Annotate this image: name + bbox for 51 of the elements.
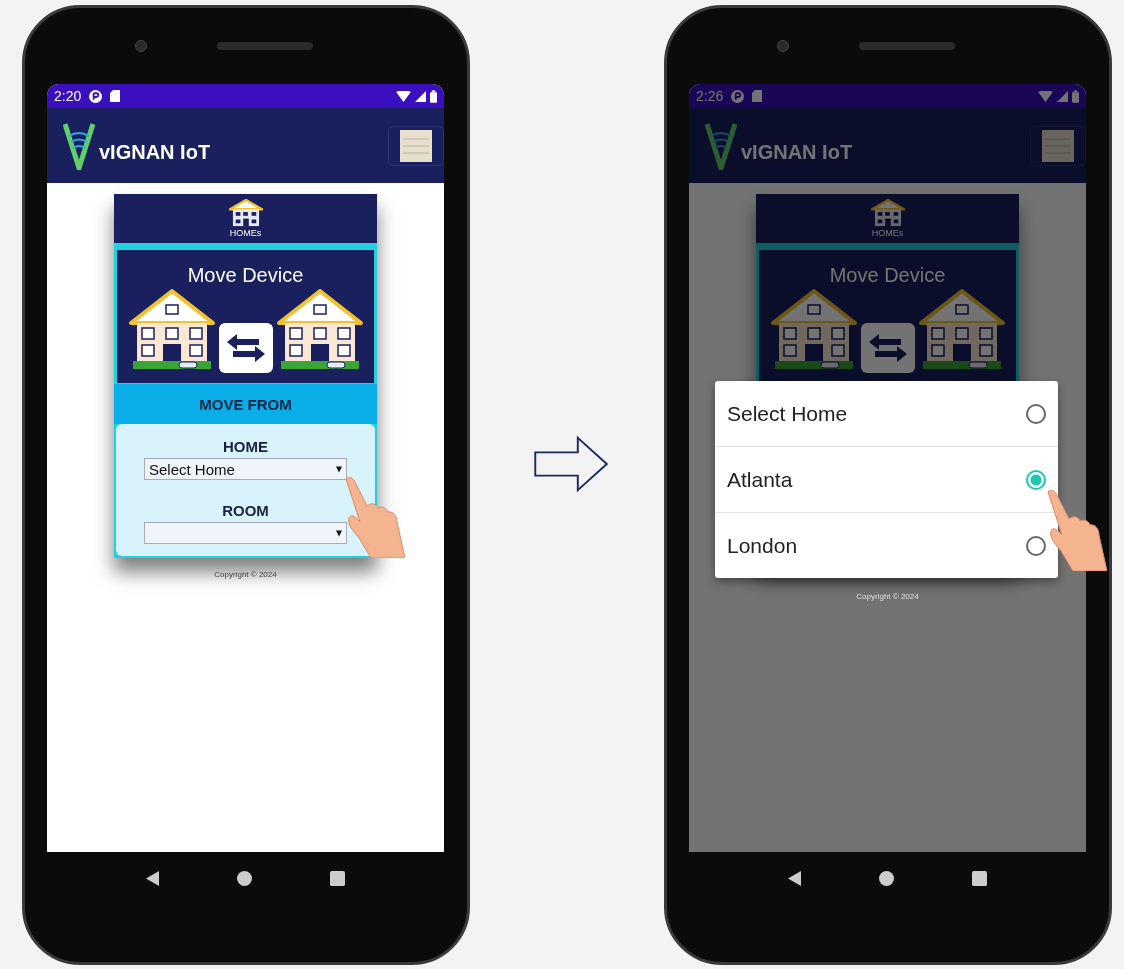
notification-icon xyxy=(89,89,103,103)
battery-icon xyxy=(1072,89,1079,103)
swap-arrows-icon xyxy=(860,323,915,373)
logo-icon xyxy=(705,121,737,170)
wifi-icon xyxy=(1038,90,1053,102)
option-label: Atlanta xyxy=(727,467,793,492)
field-label: ROOM xyxy=(222,502,269,519)
home-icon[interactable] xyxy=(237,871,252,886)
signal-icon xyxy=(415,90,426,102)
right-arrow-icon xyxy=(533,435,611,493)
copyright-text: Copyright © 2024 xyxy=(214,570,277,579)
app-title: vIGNAN IoT xyxy=(99,141,212,164)
sd-card-icon xyxy=(110,90,121,102)
battery-icon xyxy=(430,89,437,103)
option-label: Select Home xyxy=(727,401,848,426)
caret-icon xyxy=(336,465,342,473)
sd-card-icon xyxy=(752,90,763,102)
radio-button[interactable] xyxy=(1026,403,1046,424)
home-icon[interactable] xyxy=(879,871,894,886)
dropdown-field[interactable]: Select Home xyxy=(144,458,347,480)
banner-title: Move Device xyxy=(187,264,304,287)
section-title: MOVE FROM xyxy=(114,384,377,424)
camera-lens xyxy=(135,40,147,52)
radio-button[interactable] xyxy=(1026,535,1046,556)
back-icon[interactable] xyxy=(146,871,159,886)
menu-icon xyxy=(1042,129,1074,162)
radio-button[interactable] xyxy=(1026,469,1046,490)
dropdown-field[interactable] xyxy=(144,522,347,544)
house-icon xyxy=(228,199,263,227)
menu-button[interactable] xyxy=(388,125,444,166)
app-title: vIGNAN IoT xyxy=(741,141,854,164)
header-label: HOMEs xyxy=(871,228,904,238)
header-label: HOMEs xyxy=(229,228,262,238)
option-row[interactable]: Select Home xyxy=(715,381,1058,447)
copyright-text: Copyright © 2024 xyxy=(856,592,919,601)
swap-arrows-icon xyxy=(218,323,273,373)
camera-lens xyxy=(777,40,789,52)
status-time: 2:20 xyxy=(54,88,82,104)
menu-icon xyxy=(400,129,432,162)
banner-title: Move Device xyxy=(829,264,946,287)
back-icon[interactable] xyxy=(788,871,801,886)
option-label: London xyxy=(727,533,798,558)
wifi-icon xyxy=(396,90,411,102)
house-icon xyxy=(870,199,905,227)
signal-icon xyxy=(1057,90,1068,102)
caret-icon xyxy=(336,529,342,537)
logo-icon xyxy=(63,121,95,170)
field-label: HOME xyxy=(223,438,268,455)
notification-icon xyxy=(731,89,745,103)
option-row[interactable]: London xyxy=(715,513,1058,578)
status-time: 2:26 xyxy=(696,88,724,104)
